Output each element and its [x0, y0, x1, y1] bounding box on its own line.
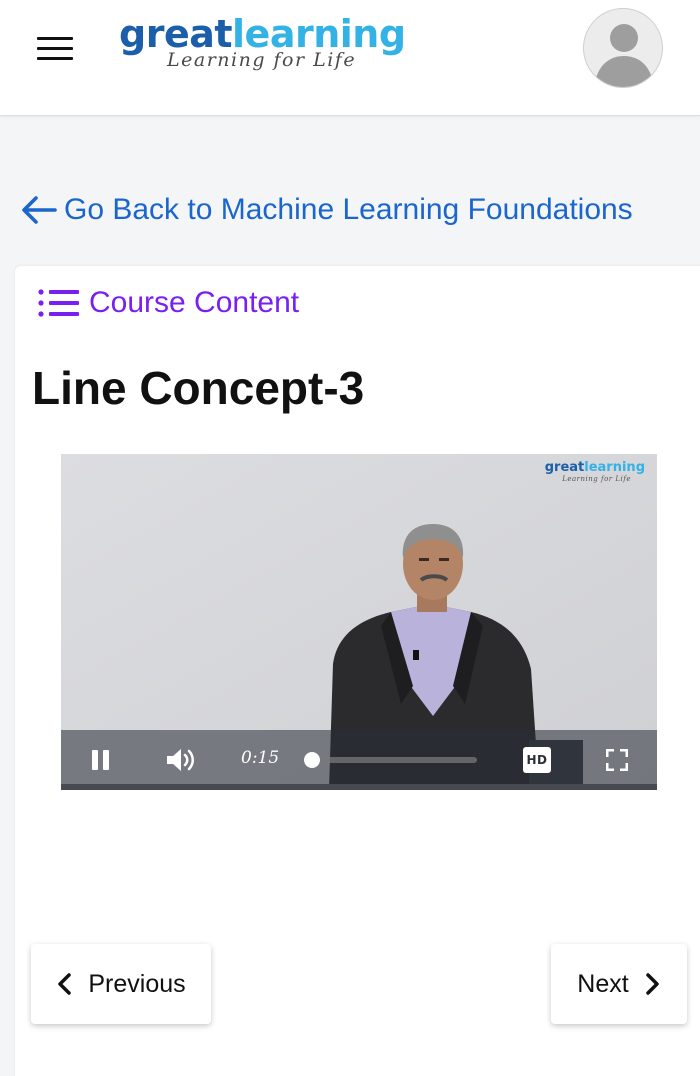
course-content-label: Course Content: [89, 286, 300, 319]
next-button-label: Next: [577, 969, 629, 998]
lesson-title: Line Concept-3: [32, 362, 365, 414]
watermark-great-text: great: [544, 460, 585, 475]
fullscreen-icon[interactable]: [606, 749, 628, 771]
video-watermark-logo: greatlearning Learning for Life: [545, 460, 645, 483]
previous-button-label: Previous: [88, 969, 186, 998]
watermark-tagline: Learning for Life: [562, 475, 631, 483]
user-avatar-icon[interactable]: [583, 8, 663, 88]
chevron-right-icon: [645, 973, 659, 995]
arrow-left-icon: [22, 196, 57, 224]
hd-badge-label: HD: [526, 753, 548, 767]
video-current-time: 0:15: [241, 748, 280, 768]
course-content-link[interactable]: Course Content: [38, 283, 299, 323]
next-button[interactable]: Next: [551, 944, 687, 1024]
list-icon: [38, 289, 79, 317]
back-link-label: Go Back to Machine Learning Foundations: [64, 193, 633, 226]
logo-tagline: Learning for Life: [167, 49, 357, 71]
watermark-learning-text: learning: [584, 460, 645, 475]
video-controls-bar: 0:15 HD: [61, 730, 657, 790]
volume-icon[interactable]: [165, 746, 197, 774]
menu-icon[interactable]: [37, 37, 73, 61]
hd-icon[interactable]: HD: [523, 747, 551, 773]
pause-icon[interactable]: [91, 749, 111, 771]
back-to-course-link[interactable]: Go Back to Machine Learning Foundations: [20, 190, 633, 230]
chevron-left-icon: [58, 973, 72, 995]
greatlearning-logo[interactable]: greatlearning Learning for Life: [119, 12, 424, 74]
video-progress-knob[interactable]: [304, 752, 321, 768]
video-progress-bar[interactable]: [304, 752, 477, 768]
video-player[interactable]: greatlearning Learning for Life 0:15 HD: [61, 454, 657, 790]
previous-button[interactable]: Previous: [31, 944, 211, 1024]
top-header: greatlearning Learning for Life: [0, 0, 700, 116]
